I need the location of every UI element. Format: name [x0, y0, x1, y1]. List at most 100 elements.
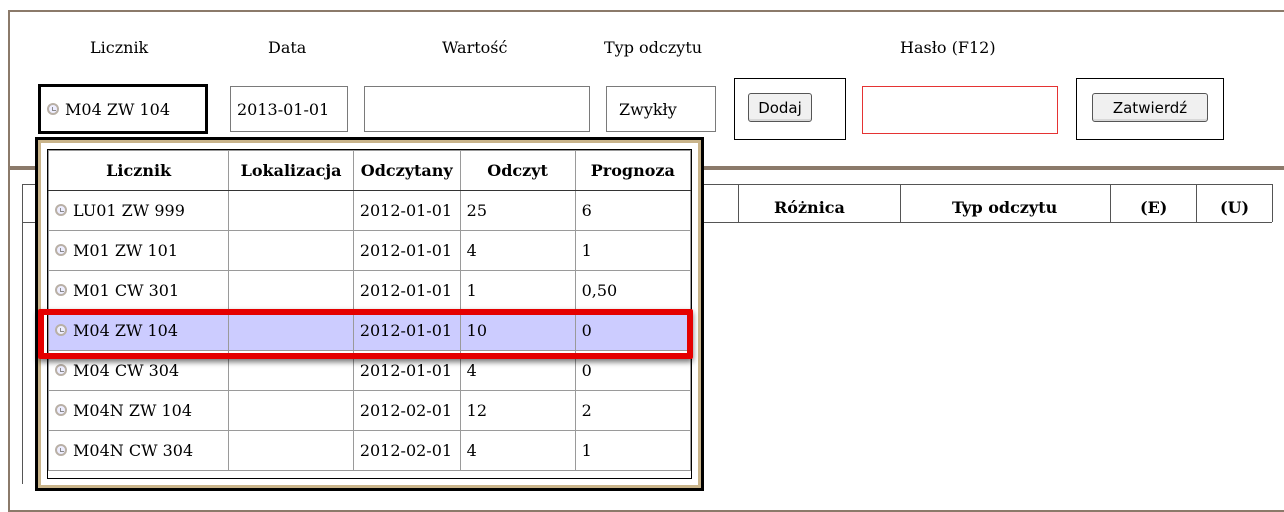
- dropdown-cell-text: 0: [581, 361, 592, 380]
- date-input[interactable]: 2013-01-01: [230, 86, 348, 132]
- clock-icon: [55, 284, 67, 296]
- dropdown-cell-text: 25: [466, 201, 488, 220]
- list-col-sep: [1110, 184, 1111, 222]
- dropdown-cell-text: 10: [466, 321, 488, 340]
- dropdown-cell-text: 4: [466, 361, 477, 380]
- dropdown-cell-text: LU01 ZW 999: [73, 201, 185, 220]
- list-left-line: [22, 184, 23, 484]
- dropdown-row[interactable]: M01 CW 301 2012-01-01 1 0,50: [47, 270, 692, 311]
- dropdown-row[interactable]: M04 CW 304 2012-01-01 4 0: [47, 350, 692, 391]
- confirm-button[interactable]: Zatwierdź: [1092, 93, 1208, 122]
- dropdown-cell-location: [228, 390, 354, 431]
- column-reading-type[interactable]: Typ odczytu: [952, 198, 1057, 217]
- dropdown-cell-text: M01 ZW 101: [73, 241, 179, 260]
- clock-icon: [55, 364, 67, 376]
- dropdown-cell-text: 2: [581, 401, 592, 420]
- dropdown-cell-text: 1: [581, 241, 592, 260]
- dropdown-cell-read-date: 2012-02-01: [352, 430, 461, 471]
- dropdown-cell-reading: 1: [459, 270, 576, 311]
- dropdown-col-reading: Odczyt: [459, 150, 576, 191]
- dropdown-cell-text: 0: [581, 321, 592, 340]
- dropdown-cell-location: [228, 230, 354, 271]
- dropdown-cell-forecast: 1: [574, 430, 692, 471]
- dropdown-cell-counter: M04N ZW 104: [47, 390, 230, 431]
- clock-icon: [55, 404, 67, 416]
- dropdown-cell-reading: 10: [459, 310, 576, 351]
- dropdown-cell-read-date: 2012-01-01: [352, 190, 461, 231]
- dropdown-cell-forecast: 0: [574, 310, 692, 351]
- label-password: Hasło (F12): [900, 38, 996, 57]
- dropdown-row[interactable]: LU01 ZW 999 2012-01-01 25 6: [47, 190, 692, 231]
- dropdown-cell-text: 6: [581, 201, 592, 220]
- dropdown-row[interactable]: M04N CW 304 2012-02-01 4 1: [47, 430, 692, 471]
- dropdown-cell-reading: 12: [459, 390, 576, 431]
- dropdown-cell-read-date: 2012-02-01: [352, 390, 461, 431]
- clock-icon: [55, 324, 67, 336]
- dropdown-cell-text: M04 CW 304: [73, 361, 180, 380]
- dropdown-cell-reading: 25: [459, 190, 576, 231]
- dropdown-row[interactable]: M04N ZW 104 2012-02-01 12 2: [47, 390, 692, 431]
- counter-dropdown: Licznik Lokalizacja Odczytany Odczyt Pro…: [35, 137, 704, 491]
- dropdown-cell-text: 12: [466, 401, 488, 420]
- dropdown-cell-counter: M04N CW 304: [47, 430, 230, 471]
- dropdown-cell-counter: M04 CW 304: [47, 350, 230, 391]
- dropdown-cell-forecast: 6: [574, 190, 692, 231]
- column-u[interactable]: (U): [1220, 198, 1249, 217]
- dropdown-cell-forecast: 0,50: [574, 270, 692, 311]
- column-difference[interactable]: Różnica: [774, 198, 845, 217]
- dropdown-col-location: Lokalizacja: [228, 150, 354, 191]
- clock-icon: [55, 204, 67, 216]
- list-right-line: [1272, 184, 1273, 222]
- dropdown-cell-text: 1: [581, 441, 592, 460]
- dropdown-cell-counter: M01 CW 301: [47, 270, 230, 311]
- dropdown-cell-reading: 4: [459, 350, 576, 391]
- dropdown-cell-location: [228, 430, 354, 471]
- label-date: Data: [268, 38, 307, 57]
- dropdown-cell-reading: 4: [459, 430, 576, 471]
- clock-icon: [55, 444, 67, 456]
- counter-dropdown-list: Licznik Lokalizacja Odczytany Odczyt Pro…: [47, 149, 692, 479]
- password-input[interactable]: [862, 86, 1058, 134]
- dropdown-cell-read-date: 2012-01-01: [352, 350, 461, 391]
- dropdown-cell-text: 1: [466, 281, 477, 300]
- dropdown-cell-forecast: 0: [574, 350, 692, 391]
- dropdown-cell-text: M01 CW 301: [73, 281, 180, 300]
- dropdown-cell-text: M04N CW 304: [73, 441, 194, 460]
- dropdown-cell-location: [228, 190, 354, 231]
- dropdown-cell-text: 2012-01-01: [359, 201, 453, 220]
- value-input[interactable]: [364, 86, 590, 132]
- dropdown-col-counter: Licznik: [47, 150, 230, 191]
- dropdown-cell-location: [228, 270, 354, 311]
- dropdown-cell-text: 2012-01-01: [359, 241, 453, 260]
- list-col-sep: [1196, 184, 1197, 222]
- dropdown-cell-text: M04N ZW 104: [73, 401, 193, 420]
- dropdown-row[interactable]: M01 ZW 101 2012-01-01 4 1: [47, 230, 692, 271]
- reading-type-select[interactable]: Zwykły: [606, 86, 716, 132]
- counter-select[interactable]: M04 ZW 104: [38, 84, 208, 134]
- dropdown-cell-text: 4: [466, 241, 477, 260]
- dropdown-cell-read-date: 2012-01-01: [352, 230, 461, 271]
- dropdown-cell-counter: M01 ZW 101: [47, 230, 230, 271]
- column-e[interactable]: (E): [1140, 198, 1167, 217]
- label-value: Wartość: [442, 38, 508, 57]
- dropdown-cell-text: 2012-02-01: [359, 401, 453, 420]
- dropdown-cell-text: 2012-01-01: [359, 281, 453, 300]
- dropdown-cell-text: 2012-02-01: [359, 441, 453, 460]
- dropdown-col-read-date: Odczytany: [352, 150, 461, 191]
- dropdown-cell-text: 2012-01-01: [359, 361, 453, 380]
- add-button[interactable]: Dodaj: [748, 93, 812, 122]
- dropdown-cell-location: [228, 350, 354, 391]
- dropdown-cell-text: 4: [466, 441, 477, 460]
- dropdown-cell-counter: M04 ZW 104: [47, 310, 230, 351]
- dropdown-row[interactable]: M04 ZW 104 2012-01-01 10 0: [47, 310, 692, 351]
- label-reading-type: Typ odczytu: [604, 38, 703, 57]
- dropdown-cell-text: 0,50: [581, 281, 618, 300]
- dropdown-cell-forecast: 1: [574, 230, 692, 271]
- dropdown-cell-counter: LU01 ZW 999: [47, 190, 230, 231]
- dropdown-cell-read-date: 2012-01-01: [352, 310, 461, 351]
- dropdown-cell-forecast: 2: [574, 390, 692, 431]
- dropdown-cell-reading: 4: [459, 230, 576, 271]
- dropdown-cell-text: M04 ZW 104: [73, 321, 179, 340]
- dropdown-col-forecast: Prognoza: [574, 150, 692, 191]
- clock-icon: [47, 103, 59, 115]
